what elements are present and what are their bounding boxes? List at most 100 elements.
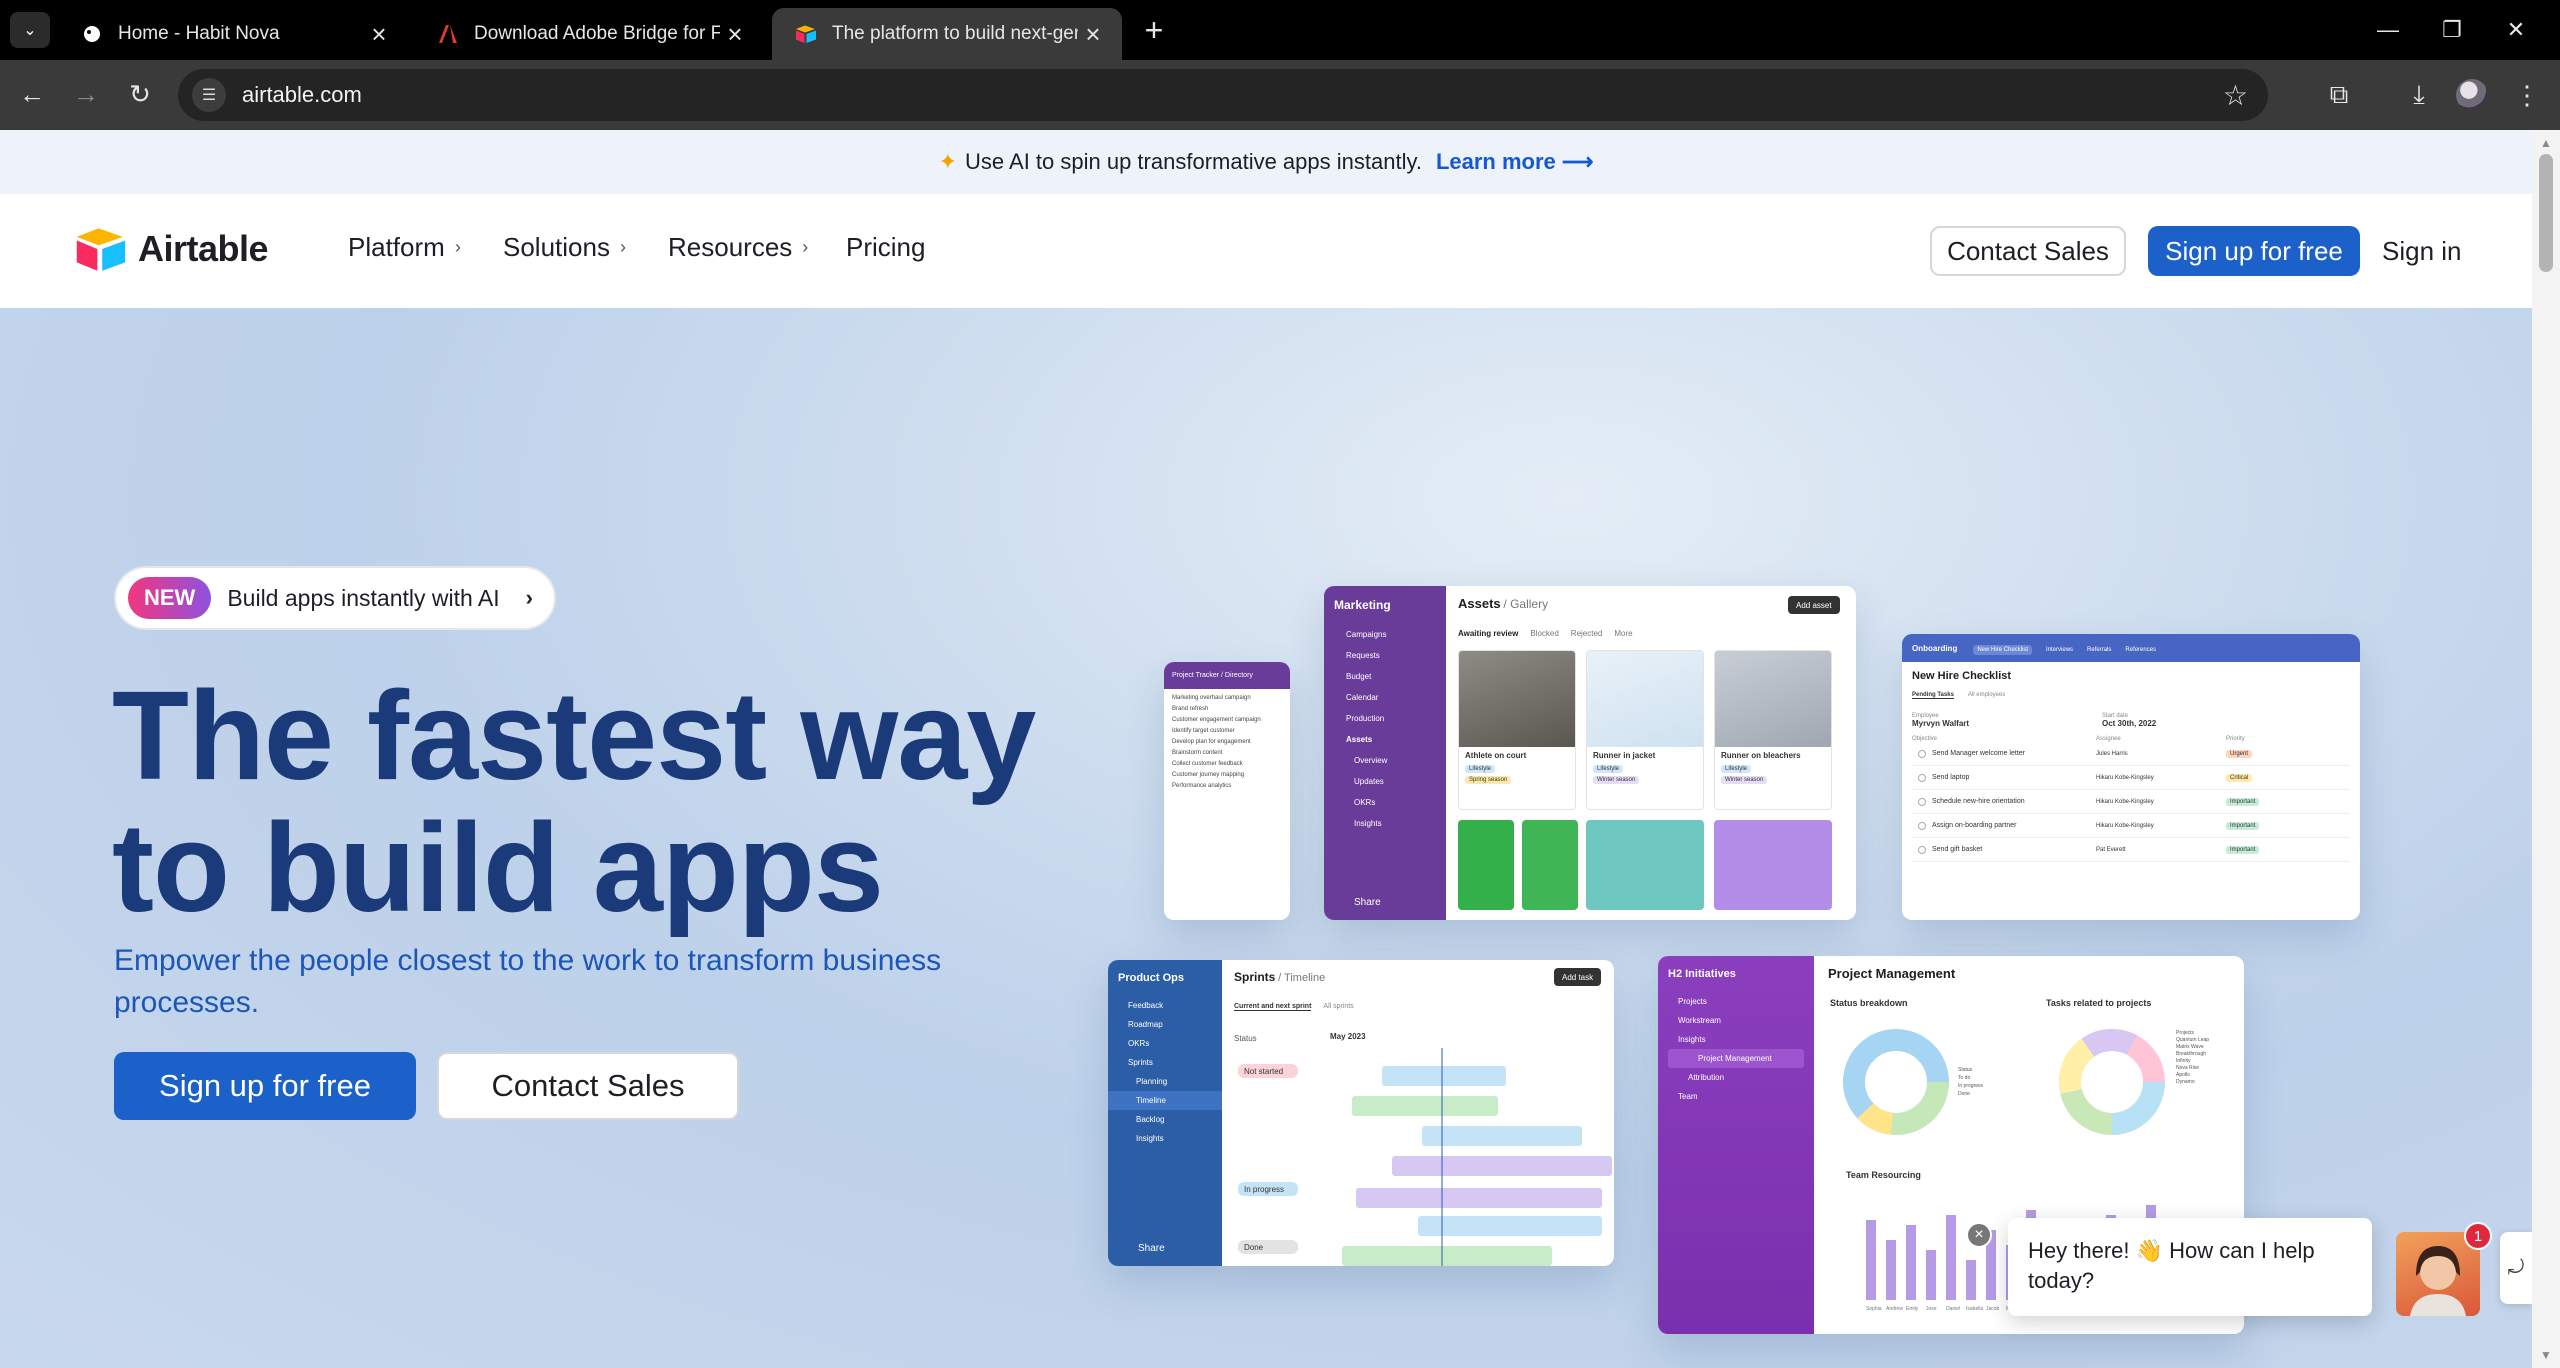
sidebar-item: Project Management (1668, 1049, 1804, 1068)
sidebar-item: OKRs (1128, 1039, 1150, 1048)
reload-icon[interactable]: ↻ (120, 74, 160, 114)
close-tab-icon[interactable]: × (1078, 19, 1108, 49)
restore-icon[interactable]: ❐ (2420, 0, 2484, 60)
scroll-thumb[interactable] (2539, 154, 2553, 272)
chevron-right-icon: › (454, 237, 461, 257)
tracker-item: Identify target customer (1172, 728, 1235, 734)
close-tab-icon[interactable]: × (720, 19, 750, 49)
hero-signup-button[interactable]: Sign up for free (114, 1052, 416, 1120)
download-icon[interactable]: ⤓ (2400, 76, 2438, 114)
new-tab-button[interactable]: + (1136, 12, 1172, 48)
learn-more-link[interactable]: Learn more ⟶ (1436, 149, 1593, 175)
tab-adobe-bridge[interactable]: Download Adobe Bridge for Fre × (414, 8, 764, 60)
gallery-tab: Blocked (1530, 629, 1559, 638)
airtable-logo[interactable]: Airtable (74, 226, 269, 272)
nav-pricing[interactable]: Pricing (846, 232, 925, 263)
tracker-item: Collect customer feedback (1172, 761, 1243, 767)
close-tab-icon[interactable]: × (364, 19, 394, 49)
chat-close-icon[interactable]: × (1966, 1222, 1992, 1248)
menu-icon[interactable]: ⋮ (2508, 76, 2546, 114)
tab-search-button[interactable]: ⌄ (10, 12, 50, 48)
chevron-right-icon: › (619, 237, 626, 257)
sidebar-item: Production (1346, 714, 1385, 723)
asset-tag: Winter season (1721, 776, 1768, 784)
bookmark-star-icon[interactable]: ☆ (2223, 79, 2248, 112)
tracker-item: Customer journey mapping (1172, 772, 1245, 778)
site-info-icon[interactable]: ☰ (192, 78, 226, 112)
nav-resources[interactable]: Resources › (668, 232, 808, 263)
pill-label: Build apps instantly with AI (227, 584, 500, 611)
status-group-label: Not started (1244, 1067, 1283, 1076)
chat-message[interactable]: Hey there! 👋 How can I help today? (2008, 1218, 2372, 1316)
resourcing-bar (1866, 1220, 1876, 1300)
adobe-favicon (436, 22, 460, 46)
resourcing-bar (1946, 1215, 1956, 1300)
assignee-cell: Hikaru Kobe-Kingsley (2096, 822, 2154, 829)
tracker-item: Develop plan for engagement (1172, 739, 1251, 745)
priority-badge: Important (2226, 821, 2260, 830)
tab-habit-nova[interactable]: Home - Habit Nova × (58, 8, 408, 60)
priority-badge: Important (2226, 845, 2260, 854)
feedback-tab-icon[interactable]: ⤾ (2500, 1232, 2532, 1304)
vertical-scrollbar[interactable]: ▲ ▼ (2532, 130, 2560, 1368)
legend-entry: Done (1958, 1091, 1970, 1097)
gallery-tab: More (1614, 629, 1633, 638)
contact-sales-button[interactable]: Contact Sales (1930, 226, 2126, 276)
gallery-tab: Awaiting review (1458, 629, 1519, 638)
scroll-down-icon[interactable]: ▼ (2540, 1348, 2552, 1362)
new-feature-pill[interactable]: NEW Build apps instantly with AI › (114, 566, 556, 630)
tab-title: Home - Habit Nova (118, 23, 280, 44)
timeline-bar (1382, 1066, 1506, 1086)
tasks-donut-chart (2059, 1029, 2165, 1135)
hero-contact-sales-button[interactable]: Contact Sales (437, 1052, 739, 1120)
sidebar-item: Projects (1678, 997, 1707, 1006)
sidebar-item: OKRs (1354, 798, 1376, 807)
hero-heading: The fastest way to build apps (112, 665, 1036, 938)
onboarding-top-tab: New Hire Checklist (1973, 644, 2033, 655)
minimize-icon[interactable]: — (2356, 0, 2420, 60)
signup-button[interactable]: Sign up for free (2148, 226, 2360, 276)
forward-icon[interactable]: → (66, 74, 106, 114)
initiatives-sidebar: H2 Initiatives Projects Workstream Insight… (1658, 956, 1814, 1334)
back-icon[interactable]: ← (12, 74, 52, 114)
nav-platform[interactable]: Platform › (348, 232, 461, 263)
sidebar-item: Roadmap (1128, 1020, 1163, 1029)
asset-tag: Lifestyle (1465, 765, 1496, 773)
close-window-icon[interactable]: ✕ (2484, 0, 2548, 60)
extensions-icon[interactable]: ⧉ (2320, 76, 2358, 114)
signin-link[interactable]: Sign in (2382, 236, 2462, 267)
sidebar-item: Budget (1346, 672, 1372, 681)
sidebar-item: Overview (1354, 756, 1388, 765)
marketing-sidebar: Marketing Campaigns Requests Budget Calenda… (1324, 586, 1446, 920)
productops-sidebar: Product Ops Feedback Roadmap OKRs Sprints Pl… (1108, 960, 1222, 1266)
sidebar-item: Planning (1136, 1077, 1168, 1086)
tracker-item: Performance analytics (1172, 783, 1232, 789)
nav-solutions[interactable]: Solutions › (503, 232, 626, 263)
legend-entry: Matrix Wave (2176, 1044, 2204, 1050)
banner-text: Use AI to spin up transformative apps in… (965, 149, 1422, 174)
status-group-label: In progress (1244, 1185, 1284, 1194)
asset-name: Runner on bleachers (1721, 751, 1801, 760)
scroll-up-icon[interactable]: ▲ (2540, 136, 2552, 150)
resourcing-bar (1906, 1225, 1916, 1300)
bar-name-label: Jose (1926, 1306, 1937, 1312)
checklist-row: Schedule new-hire orientation Hikaru Kobe… (1912, 790, 2350, 814)
sidebar-item: Workstream (1678, 1016, 1721, 1025)
sidebar-item: Insights (1678, 1035, 1706, 1044)
timeline-bar (1352, 1096, 1498, 1116)
asset-tag: Winter season (1593, 776, 1640, 784)
address-bar[interactable]: ☰ airtable.com ☆ (178, 69, 2268, 121)
checklist-row: Send gift basket Pat Everett Important (1912, 838, 2350, 862)
chevron-right-icon: › (525, 585, 533, 610)
habit-nova-favicon (80, 22, 104, 46)
assignee-cell: Hikaru Kobe-Kingsley (2096, 798, 2154, 805)
asset-image (1714, 820, 1832, 910)
objective-cell: Send laptop (1932, 774, 1970, 781)
checklist-row: Send laptop Hikaru Kobe-Kingsley Critical (1912, 766, 2350, 790)
status-group-label: Done (1244, 1243, 1264, 1252)
tab-airtable[interactable]: The platform to build next-gen × (772, 8, 1122, 60)
bar-name-label: Emily (1906, 1306, 1919, 1312)
profile-avatar[interactable] (2456, 79, 2488, 111)
asset-name: Athlete on court (1465, 751, 1527, 760)
status-donut-chart (1843, 1029, 1949, 1135)
